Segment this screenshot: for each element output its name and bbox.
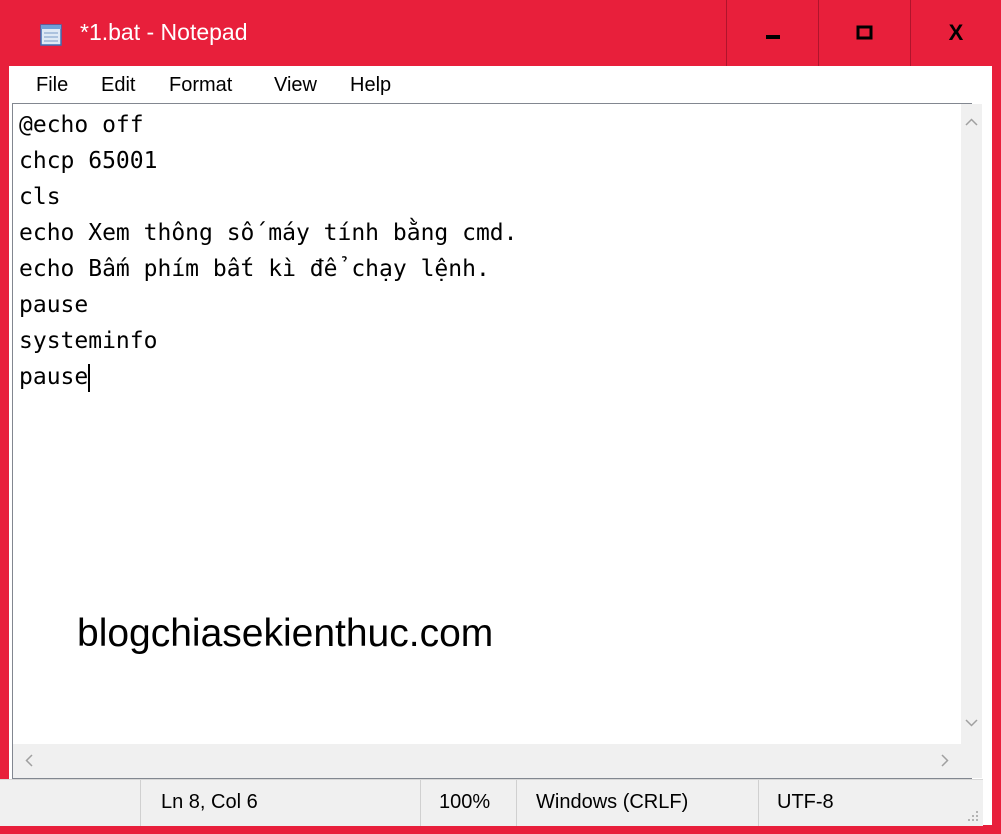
editor-line: pause — [19, 292, 89, 318]
status-line-endings-segment: Windows (CRLF) — [516, 780, 758, 826]
vertical-scrollbar[interactable] — [961, 104, 982, 744]
scroll-left-icon[interactable] — [23, 754, 36, 767]
editor-line: systeminfo — [19, 328, 158, 354]
status-zoom: 100% — [439, 791, 491, 813]
scroll-down-icon[interactable] — [965, 716, 978, 729]
editor-line: echo Bấm phím bất kì để chạy lệnh. — [19, 256, 490, 282]
menu-format[interactable]: Format — [169, 74, 232, 97]
editor-line-last: pause — [19, 359, 949, 395]
editor-line: echo Xem thông số máy tính bằng cmd. — [19, 220, 518, 246]
window-title: *1.bat - Notepad — [80, 19, 248, 45]
maximize-icon — [856, 25, 872, 40]
minimize-icon — [765, 35, 780, 39]
editor-line: pause — [19, 364, 89, 390]
scroll-up-icon[interactable] — [965, 116, 978, 129]
status-position-segment: Ln 8, Col 6 — [140, 780, 420, 826]
resize-grip-icon[interactable] — [965, 808, 979, 822]
minimize-button[interactable] — [726, 0, 818, 66]
status-encoding-segment: UTF-8 — [758, 780, 983, 826]
status-line-endings: Windows (CRLF) — [536, 791, 689, 813]
status-zoom-segment: 100% — [420, 780, 516, 826]
scroll-right-icon[interactable] — [938, 754, 951, 767]
menu-help[interactable]: Help — [350, 74, 391, 97]
horizontal-scrollbar[interactable] — [13, 744, 961, 778]
watermark-text: blogchiasekienthuc.com — [77, 612, 494, 655]
status-position: Ln 8, Col 6 — [161, 791, 258, 813]
menu-file[interactable]: File — [36, 74, 68, 97]
status-bar: Ln 8, Col 6 100% Windows (CRLF) UTF-8 — [0, 779, 983, 826]
menu-edit[interactable]: Edit — [101, 74, 135, 97]
status-encoding: UTF-8 — [777, 791, 834, 813]
title-bar[interactable]: *1.bat - Notepad X — [0, 0, 1001, 66]
editor-line: @echo off — [19, 112, 144, 138]
notepad-icon — [40, 24, 62, 46]
menu-bar: File Edit Format View Help — [9, 66, 992, 103]
menu-view[interactable]: View — [274, 74, 317, 97]
scrollbar-corner — [961, 744, 982, 778]
text-caret — [88, 363, 91, 392]
maximize-button[interactable] — [818, 0, 910, 66]
editor-line: chcp 65001 — [19, 148, 158, 174]
editor-line: cls — [19, 184, 61, 210]
close-icon: X — [948, 20, 964, 45]
close-button[interactable]: X — [910, 0, 1001, 66]
